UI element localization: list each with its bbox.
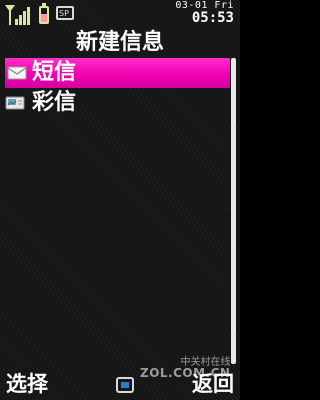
page-title: 新建信息 xyxy=(75,30,164,55)
clock-text: 05:53 xyxy=(191,10,234,26)
menu-item-label: 短信 xyxy=(32,60,77,85)
mms-envelope-icon xyxy=(5,96,25,110)
sms-notification-icon: SP xyxy=(56,6,74,20)
phone-screen: SP 03-01 Fri 05:53 新建信息 短信 彩信 中关村在线 ZOL.… xyxy=(0,0,240,400)
battery-icon xyxy=(36,2,52,26)
menu-item-mms[interactable]: 彩信 xyxy=(0,88,232,118)
envelope-icon xyxy=(7,66,27,80)
status-bar: SP 03-01 Fri 05:53 xyxy=(0,0,240,28)
softkey-bar: 选择 返回 xyxy=(0,368,240,400)
menu-item-label: 彩信 xyxy=(32,90,77,115)
ok-icon[interactable] xyxy=(116,377,134,393)
select-softkey[interactable]: 选择 xyxy=(6,372,48,396)
svg-text:SP: SP xyxy=(59,9,69,18)
scrollbar[interactable] xyxy=(231,58,236,364)
back-softkey[interactable]: 返回 xyxy=(192,372,234,396)
menu-item-sms[interactable]: 短信 xyxy=(5,58,230,88)
signal-strength-icon xyxy=(5,5,30,25)
message-type-list: 短信 彩信 xyxy=(0,58,232,118)
